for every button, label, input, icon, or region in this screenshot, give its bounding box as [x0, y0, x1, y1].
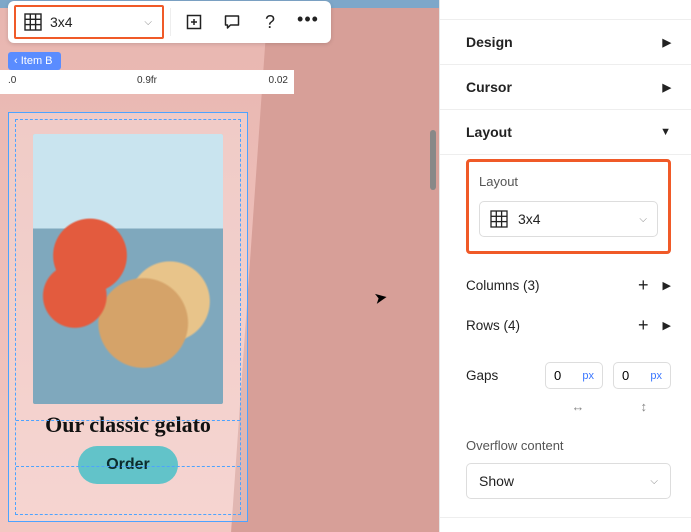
product-image[interactable]: [33, 134, 223, 404]
selected-grid-cell[interactable]: Our classic gelato Order: [8, 112, 248, 522]
grid-size-label: 3x4: [50, 14, 73, 30]
cursor-section-header[interactable]: Cursor ▶: [440, 65, 691, 110]
chevron-right-icon: ▶: [663, 81, 671, 94]
grid-icon: [24, 13, 42, 31]
overflow-dropdown[interactable]: Show ⌵: [466, 463, 671, 499]
gaps-label: Gaps: [466, 368, 535, 383]
gap-v-unit[interactable]: px: [650, 370, 662, 382]
order-button[interactable]: Order: [78, 446, 178, 484]
chevron-down-icon: ⌵: [144, 17, 152, 28]
layout-tool-button[interactable]: [177, 5, 211, 39]
design-label: Design: [466, 34, 513, 50]
toolbar-divider: [170, 8, 171, 36]
columns-expand-button[interactable]: ▶: [663, 279, 671, 292]
gap-h-value[interactable]: [554, 368, 574, 383]
mouse-cursor-icon: ➤: [372, 287, 389, 309]
layout-section-body: Layout 3x4 ⌵ Columns (3) + ▶ Rows (4): [440, 159, 691, 518]
horizontal-icon: ↔: [572, 399, 585, 414]
ruler-tick-right: 0.02: [269, 75, 288, 86]
gap-h-unit[interactable]: px: [582, 370, 594, 382]
layout-highlight-box: Layout 3x4 ⌵: [466, 159, 671, 254]
help-button[interactable]: ?: [253, 5, 287, 39]
position-section-header[interactable]: Position ▶: [440, 518, 691, 532]
columns-label: Columns (3): [466, 278, 540, 293]
overflow-block: Overflow content Show ⌵: [466, 438, 671, 499]
chevron-right-icon: ▶: [663, 36, 671, 49]
vertical-icon: ↕: [641, 399, 648, 414]
gap-v-value[interactable]: [622, 368, 642, 383]
layout-grid-value: 3x4: [518, 211, 541, 227]
inspector-panel: Design ▶ Cursor ▶ Layout ▼ Layout 3x4 ⌵: [439, 0, 691, 532]
chevron-down-icon: ⌵: [639, 214, 647, 225]
scrollbar-thumb[interactable]: [430, 130, 436, 190]
layout-grid-dropdown[interactable]: 3x4 ⌵: [479, 201, 658, 237]
grid-cell-content: Our classic gelato Order: [15, 119, 241, 515]
columns-row: Columns (3) + ▶: [466, 276, 671, 294]
overflow-value: Show: [479, 473, 514, 489]
more-button[interactable]: •••: [291, 5, 325, 39]
layout-subtitle: Layout: [479, 174, 658, 189]
chevron-down-icon: ⌵: [650, 476, 658, 487]
product-caption[interactable]: Our classic gelato: [45, 412, 211, 438]
add-row-button[interactable]: +: [638, 316, 649, 334]
column-ruler: .0 0.9fr 0.02: [0, 70, 294, 94]
add-column-button[interactable]: +: [638, 276, 649, 294]
gap-horizontal-input[interactable]: px: [545, 362, 603, 389]
rows-label: Rows (4): [466, 318, 520, 333]
gap-direction-icons: ↔ ↕: [466, 399, 671, 414]
panel-top-spacer: [440, 0, 691, 20]
rows-expand-button[interactable]: ▶: [663, 319, 671, 332]
gaps-row: Gaps px px: [466, 362, 671, 389]
grid-icon: [490, 210, 508, 228]
rows-row: Rows (4) + ▶: [466, 316, 671, 334]
cursor-label: Cursor: [466, 79, 512, 95]
layout-label: Layout: [466, 124, 512, 140]
floating-toolbar: 3x4 ⌵ ? •••: [8, 1, 331, 43]
canvas-area[interactable]: 3x4 ⌵ ? ••• Item B .0 0.9fr 0.02 Our cla…: [0, 0, 439, 532]
grid-size-dropdown[interactable]: 3x4 ⌵: [14, 5, 164, 39]
layout-section-header[interactable]: Layout ▼: [440, 110, 691, 155]
selection-breadcrumb[interactable]: Item B: [8, 52, 61, 70]
canvas-scrollbar[interactable]: [430, 0, 436, 532]
gap-vertical-input[interactable]: px: [613, 362, 671, 389]
ruler-tick-mid: 0.9fr: [137, 75, 157, 86]
design-section-header[interactable]: Design ▶: [440, 20, 691, 65]
comment-button[interactable]: [215, 5, 249, 39]
ruler-tick-left: .0: [8, 75, 16, 86]
overflow-title: Overflow content: [466, 438, 671, 453]
chevron-down-icon: ▼: [660, 126, 671, 138]
